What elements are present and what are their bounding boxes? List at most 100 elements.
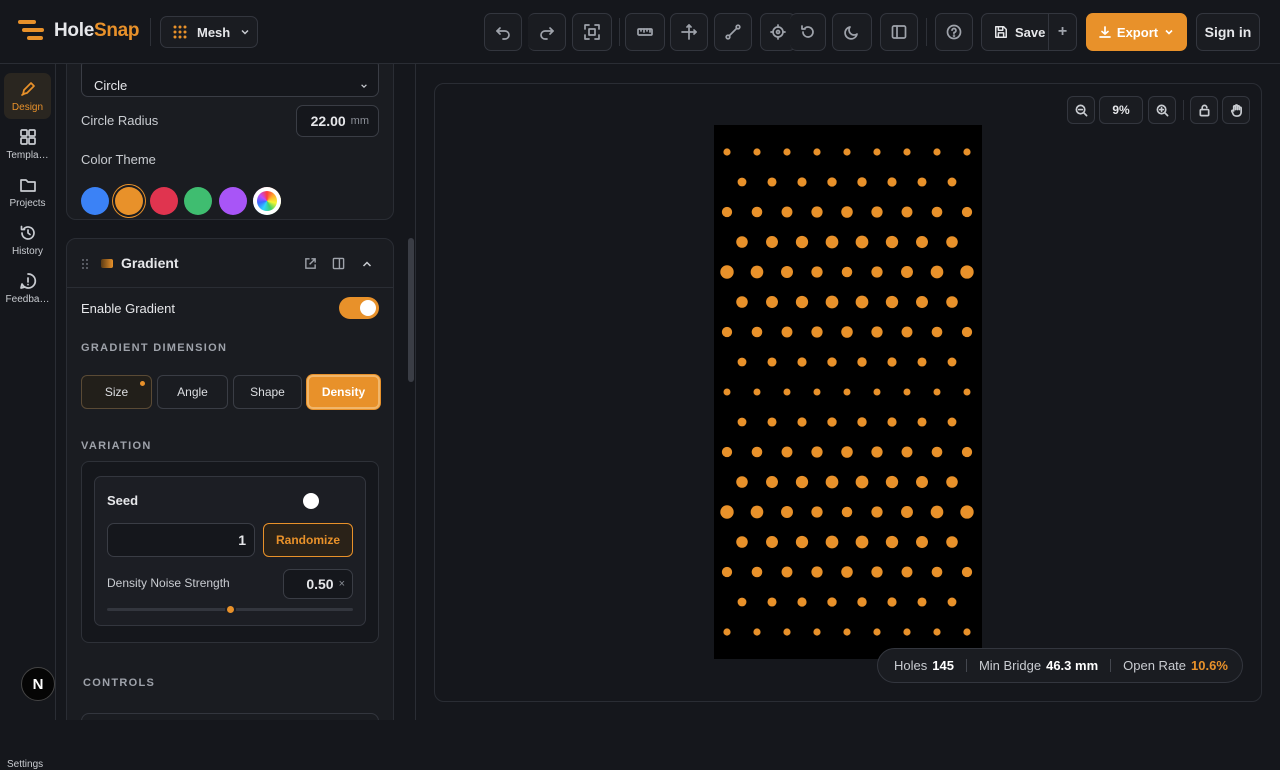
moon-icon xyxy=(844,26,858,40)
app-name: HoleSnap xyxy=(54,20,140,41)
path-tool-button[interactable] xyxy=(714,13,752,51)
color-swatch-red[interactable] xyxy=(150,187,178,215)
seed-card: Seed 1 Randomize Density Noise Strength … xyxy=(94,476,366,626)
rail-templates[interactable]: Templa… xyxy=(4,121,51,167)
save-label: Save xyxy=(1015,24,1046,40)
enable-gradient-label: Enable Gradient xyxy=(81,301,175,316)
enable-gradient-toggle[interactable] xyxy=(339,297,379,319)
variation-heading: VARIATION xyxy=(81,440,152,452)
unit-label: × xyxy=(338,578,345,590)
dimension-density-button[interactable]: Density xyxy=(307,375,380,409)
rail-projects[interactable]: Projects xyxy=(4,169,51,215)
dimension-label: Angle xyxy=(177,385,208,399)
align-button[interactable] xyxy=(670,13,708,51)
seed-toggle[interactable] xyxy=(300,490,340,512)
color-swatch-purple[interactable] xyxy=(219,187,247,215)
dimension-angle-button[interactable]: Angle xyxy=(157,375,228,409)
mode-label: Mesh xyxy=(197,24,231,40)
mode-selector[interactable]: Mesh xyxy=(160,16,258,48)
rail-label: Projects xyxy=(9,197,46,209)
plus-icon: + xyxy=(1057,23,1068,40)
color-swatch-orange[interactable] xyxy=(115,187,143,215)
sidebar-icon xyxy=(891,25,907,39)
shape-select-value: Circle xyxy=(94,78,128,93)
rotate-icon xyxy=(800,25,814,38)
drag-handle-icon[interactable] xyxy=(81,258,89,270)
save-button[interactable]: Save + xyxy=(981,13,1077,51)
chevron-down-icon xyxy=(241,29,249,35)
controls-card xyxy=(81,713,379,720)
rail-design[interactable]: Design xyxy=(4,73,51,119)
noise-strength-input[interactable]: 0.50 × xyxy=(283,569,353,599)
dimension-label: Density xyxy=(321,385,366,399)
open-rate-value: 10.6% xyxy=(1191,658,1228,673)
slider-thumb[interactable] xyxy=(225,604,236,615)
dimension-label: Shape xyxy=(250,385,285,399)
gradient-swatch-icon xyxy=(101,259,113,268)
min-bridge-value: 46.3 mm xyxy=(1046,658,1099,673)
dark-mode-button[interactable] xyxy=(832,13,872,51)
crosshair-icon xyxy=(770,24,786,40)
circle-radius-input[interactable]: 22.00 mm xyxy=(296,105,379,137)
chevron-up-icon[interactable] xyxy=(361,258,373,270)
zoom-level[interactable]: 9% xyxy=(1099,96,1143,124)
zoom-out-icon xyxy=(1075,104,1087,116)
holes-label: Holes xyxy=(894,658,928,673)
holes-value: 145 xyxy=(932,658,954,673)
randomize-button[interactable]: Randomize xyxy=(263,523,353,557)
export-button[interactable]: Export xyxy=(1086,13,1187,51)
split-view-icon[interactable] xyxy=(332,257,345,270)
color-swatch-custom[interactable] xyxy=(253,187,281,215)
avatar[interactable]: N xyxy=(21,667,55,701)
dimension-shape-button[interactable]: Shape xyxy=(233,375,302,409)
open-rate-label: Open Rate xyxy=(1123,658,1187,673)
gradient-header[interactable]: Gradient xyxy=(67,239,393,288)
dimension-label: Size xyxy=(104,385,129,399)
ruler-button[interactable] xyxy=(625,13,665,51)
help-icon xyxy=(946,24,962,40)
rail-history[interactable]: History xyxy=(4,217,51,263)
undo-button[interactable] xyxy=(484,13,522,51)
color-theme-label: Color Theme xyxy=(81,152,156,167)
hand-icon xyxy=(1230,103,1242,117)
ruler-icon xyxy=(637,28,653,36)
path-icon xyxy=(725,24,741,40)
toggle-panel-button[interactable] xyxy=(880,13,918,51)
app-logo[interactable]: HoleSnap xyxy=(18,18,140,44)
gradient-dimension-heading: GRADIENT DIMENSION xyxy=(81,342,228,354)
rail-settings-label[interactable]: Settings xyxy=(7,759,43,770)
export-label: Export xyxy=(1116,24,1159,40)
color-swatch-blue[interactable] xyxy=(81,187,109,215)
external-link-icon[interactable] xyxy=(304,257,317,270)
pan-button[interactable] xyxy=(1222,96,1250,124)
save-options-button[interactable]: + xyxy=(1048,14,1076,50)
reset-button[interactable] xyxy=(790,13,826,51)
rail-label: Feedba… xyxy=(5,293,50,305)
logo-icon xyxy=(18,18,46,44)
zoom-in-button[interactable] xyxy=(1148,96,1176,124)
dimension-size-button[interactable]: Size xyxy=(81,375,152,409)
fit-view-button[interactable] xyxy=(572,13,612,51)
redo-button[interactable] xyxy=(528,13,566,51)
color-swatch-green[interactable] xyxy=(184,187,212,215)
folder-icon xyxy=(19,178,36,192)
top-bar: HoleSnap Mesh Save + Export Sign in xyxy=(0,0,1280,64)
lock-button[interactable] xyxy=(1190,96,1218,124)
modified-dot xyxy=(140,381,145,386)
seed-input[interactable]: 1 xyxy=(107,523,255,557)
panel-scrollbar[interactable] xyxy=(408,238,414,382)
shape-select[interactable]: Circle xyxy=(81,64,379,97)
noise-strength-slider[interactable] xyxy=(107,604,353,615)
circle-radius-value: 22.00 xyxy=(310,113,346,129)
shape-card: Circle Circle Radius 22.00 mm Color Theme xyxy=(66,64,394,220)
help-button[interactable] xyxy=(935,13,973,51)
grid-dots-icon xyxy=(173,25,187,39)
unit-label: mm xyxy=(350,115,369,127)
perforated-sheet-preview[interactable] xyxy=(714,125,982,659)
undo-icon xyxy=(496,27,510,40)
rail-feedback[interactable]: Feedba… xyxy=(4,265,51,311)
sign-in-button[interactable]: Sign in xyxy=(1196,13,1260,51)
move-icon xyxy=(681,24,697,40)
zoom-out-button[interactable] xyxy=(1067,96,1095,124)
grid-icon xyxy=(19,128,36,145)
